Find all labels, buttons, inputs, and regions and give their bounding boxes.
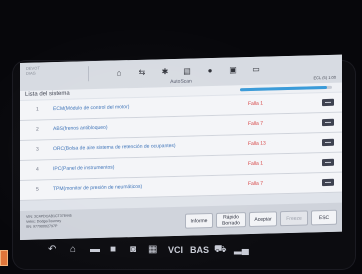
device-brand: DEVOT DIAG (26, 65, 40, 75)
fault-status: Falla 7 (248, 180, 264, 188)
system-name: ABS(frenos antibloqueo) (53, 124, 108, 133)
system-name: IPC(Panel de instrumentos) (53, 164, 115, 173)
back-icon[interactable]: ↶ (48, 244, 56, 256)
row-number: 3 (36, 146, 39, 153)
row-number: 2 (36, 126, 39, 133)
expand-toggle-icon[interactable] (322, 98, 334, 107)
system-list-title: Lista del sistema (25, 90, 70, 98)
orange-tag (0, 250, 8, 266)
expand-toggle-icon[interactable] (322, 118, 334, 127)
report-button[interactable]: Informe (185, 212, 213, 229)
accept-button[interactable]: Aceptar (249, 211, 277, 228)
expand-toggle-icon[interactable] (322, 138, 334, 147)
camera-icon[interactable]: ◙ (130, 244, 136, 256)
quick-clear-button[interactable]: Rápido Borrado (216, 212, 246, 228)
vehicle-info: VIN: 3C4PDCAB1CT378445 Vehic: Dodge/Jour… (26, 214, 72, 230)
home-icon[interactable]: ⌂ (70, 244, 76, 256)
data-logging-icon[interactable]: ▭ (251, 65, 261, 74)
vci-status: ECL (5) 1:00 (313, 74, 336, 81)
row-number: 5 (36, 186, 39, 193)
vehicle-swap-icon[interactable]: ⇆ (137, 68, 147, 77)
signal-icon: ▂▄ (234, 244, 249, 255)
fault-status: Falla 13 (248, 140, 266, 148)
expand-toggle-icon[interactable] (322, 178, 334, 187)
fault-status: Falla 1 (248, 100, 264, 108)
serial-text: SN: 97790002797P (26, 224, 58, 229)
toolbar-divider (88, 66, 89, 82)
vci-label[interactable]: VCI (168, 244, 183, 256)
fault-status: Falla 1 (248, 160, 264, 168)
row-number: 4 (36, 166, 39, 173)
expand-toggle-icon[interactable] (322, 158, 334, 167)
browser-icon[interactable]: ▦ (148, 244, 157, 256)
tablet-screen: DEVOT DIAG ⌂ ⇆ ✱ ▤ ● ▣ ▭ AutoScan ECL (5… (20, 54, 342, 241)
system-name: TPM(monitor de presión de neumáticos) (53, 183, 143, 193)
esc-button[interactable]: ESC (311, 209, 337, 226)
car-icon[interactable]: ⛟ (214, 244, 227, 256)
help-icon[interactable]: ● (205, 66, 215, 75)
bas-label[interactable]: BAS (190, 244, 209, 256)
print-icon[interactable]: ▤ (182, 66, 192, 76)
brand-line: DIAG (26, 70, 36, 76)
recent-apps-icon[interactable]: ▬ (90, 244, 100, 256)
fault-status: Falla 7 (248, 120, 264, 128)
screenshot-icon[interactable]: ■ (110, 244, 116, 256)
settings-icon[interactable]: ✱ (160, 67, 170, 76)
android-nav-bar: ↶ ⌂ ▬ ■ ◙ ▦ VCI BAS ⛟ ▂▄ (48, 244, 338, 258)
system-name: ORC(Bolsa de aire sistema de retención d… (53, 142, 176, 153)
system-name: ECM(Módulo de control del motor) (53, 104, 130, 113)
freeze-button[interactable]: Freeze (280, 210, 308, 227)
home-icon[interactable]: ⌂ (114, 68, 124, 77)
save-icon[interactable]: ▣ (228, 65, 238, 74)
row-number: 1 (36, 106, 39, 113)
